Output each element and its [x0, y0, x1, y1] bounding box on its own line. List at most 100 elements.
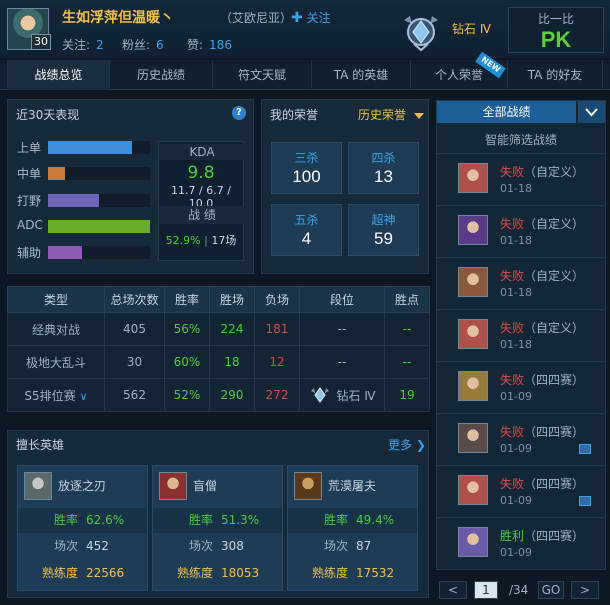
- tab-heroes[interactable]: TA 的英雄: [312, 60, 411, 90]
- prev-page-button[interactable]: <: [439, 581, 467, 599]
- tab-runes[interactable]: 符文天赋: [213, 60, 312, 90]
- table-row: 极地大乱斗 30 60% 18 12 -- --: [7, 345, 430, 379]
- match-date: 01-09: [500, 390, 532, 403]
- column-header: 类型: [7, 286, 105, 313]
- tab-overview[interactable]: 战绩总览: [7, 60, 110, 90]
- result-label: 胜利: [500, 529, 525, 543]
- hero-winrate-row: 胜率 62.6%: [18, 508, 147, 533]
- kda-label: KDA: [159, 144, 245, 160]
- game-mode: （自定义）: [524, 321, 585, 335]
- heroes-title: 擅长英雄: [16, 438, 65, 452]
- champion-avatar: [458, 319, 488, 349]
- history-honors-dropdown[interactable]: 历史荣誉: [358, 106, 424, 123]
- follow-button[interactable]: ✚ 关注: [291, 9, 331, 26]
- next-page-button[interactable]: >: [571, 581, 599, 599]
- kda-box: KDA 9.8 11.7 / 6.7 / 10.0 战 绩 52.9% | 17…: [158, 141, 245, 261]
- help-icon[interactable]: ?: [232, 106, 246, 120]
- points-cell: --: [384, 312, 430, 346]
- match-date: 01-18: [500, 182, 532, 195]
- result-label: 失败: [500, 373, 525, 387]
- chevron-down-icon: [585, 108, 598, 117]
- rank-cell: 钻石 Ⅳ: [299, 378, 385, 412]
- match-item[interactable]: 失败（四四赛） 01-09: [437, 465, 605, 515]
- plus-icon: ✚: [291, 10, 303, 26]
- champion-avatar: [458, 267, 488, 297]
- more-heroes-link[interactable]: 更多 ❯: [388, 436, 426, 453]
- pk-button[interactable]: 比一比 PK: [508, 7, 604, 53]
- tab-friends[interactable]: TA 的好友: [508, 60, 603, 90]
- points-cell: --: [384, 345, 430, 379]
- rank-label: 钻石 Ⅳ: [452, 22, 491, 36]
- position-label-top: 上单: [17, 141, 42, 155]
- tab-honors[interactable]: 个人荣誉 NEW: [411, 51, 508, 90]
- position-bar-mid: [48, 167, 150, 180]
- all-battles-button[interactable]: 全部战绩: [437, 101, 576, 123]
- screenshot-icon[interactable]: [579, 444, 591, 454]
- result-label: 失败: [500, 269, 525, 283]
- player-name: 生如浮萍但温暖丶: [62, 10, 174, 26]
- match-result: 失败（四四赛）: [500, 423, 584, 440]
- hero-card[interactable]: 盲僧 胜率 51.3% 场次 308 熟练度 18053: [152, 465, 283, 591]
- diamond-rank-small-icon: [310, 387, 329, 403]
- hero-winrate-row: 胜率 51.3%: [153, 508, 282, 533]
- rank-name: 钻石 Ⅳ: [336, 388, 376, 403]
- smart-filter-link[interactable]: 智能筛选战绩: [437, 131, 605, 148]
- server-name: （艾欧尼亚）: [220, 11, 293, 25]
- chevron-right-icon: ❯: [412, 438, 426, 452]
- match-item[interactable]: 失败（四四赛） 01-09: [437, 361, 605, 411]
- recent-games: 17场: [211, 234, 237, 247]
- result-label: 失败: [500, 321, 525, 335]
- game-mode: （自定义）: [524, 269, 585, 283]
- fans-stat[interactable]: 粉丝: 6: [122, 36, 164, 53]
- position-bar-support: [48, 246, 150, 259]
- position-bar-jungle: [48, 194, 150, 207]
- hero-games-row: 场次 87: [323, 539, 372, 553]
- game-mode: （四四赛）: [524, 529, 585, 543]
- rank-cell: --: [299, 312, 385, 346]
- champion-avatar: [458, 423, 488, 453]
- position-label-mid: 中单: [17, 167, 42, 181]
- champion-avatar: [458, 371, 488, 401]
- filter-toggle-button[interactable]: [578, 101, 605, 123]
- page-input[interactable]: 1: [474, 581, 498, 599]
- level-badge: 30: [31, 34, 51, 50]
- pk-caption: 比一比: [537, 12, 574, 26]
- hero-proficiency-row: 熟练度 18053: [176, 566, 260, 580]
- match-date: 01-18: [500, 338, 532, 351]
- match-item[interactable]: 胜利（四四赛） 01-09: [437, 517, 605, 567]
- result-label: 失败: [500, 477, 525, 491]
- column-header: 负场: [254, 286, 300, 313]
- tab-history[interactable]: 历史战绩: [110, 60, 213, 90]
- result-label: 失败: [500, 425, 525, 439]
- game-mode: （四四赛）: [524, 373, 585, 387]
- recent-title: 近30天表现: [16, 108, 80, 122]
- wins-cell: 290: [209, 378, 255, 412]
- follow-label: 关注: [306, 11, 331, 25]
- hero-avatar: [159, 472, 187, 500]
- match-item[interactable]: 失败（自定义） 01-18: [437, 309, 605, 359]
- dropdown-label: 历史荣誉: [358, 108, 407, 122]
- game-mode: （四四赛）: [524, 477, 585, 491]
- champion-avatar: [458, 475, 488, 505]
- following-stat[interactable]: 关注: 2: [62, 36, 104, 53]
- total-cell: 30: [104, 345, 165, 379]
- record-label: 战 绩: [159, 206, 245, 224]
- match-result: 失败（自定义）: [500, 319, 584, 336]
- kda-value: 9.8: [187, 163, 215, 183]
- match-item[interactable]: 失败（四四赛） 01-09: [437, 413, 605, 463]
- match-item[interactable]: 失败（自定义） 01-18: [437, 205, 605, 255]
- hero-card[interactable]: 荒漠屠夫 胜率 49.4% 场次 87 熟练度 17532: [287, 465, 418, 591]
- screenshot-icon[interactable]: [579, 496, 591, 506]
- position-label-support: 辅助: [17, 246, 42, 260]
- match-item[interactable]: 失败（自定义） 01-18: [437, 257, 605, 307]
- match-date: 01-18: [500, 234, 532, 247]
- match-date: 01-09: [500, 442, 532, 455]
- result-label: 失败: [500, 165, 525, 179]
- winrate-cell: 52%: [164, 378, 210, 412]
- match-item[interactable]: 失败（自定义） 01-18: [437, 153, 605, 203]
- losses-cell: 12: [254, 345, 300, 379]
- ranked-type-selector[interactable]: S5排位赛 ∨: [7, 378, 105, 412]
- hero-card[interactable]: 放逐之刃 胜率 62.6% 场次 452 熟练度 22566: [17, 465, 148, 591]
- go-button[interactable]: GO: [538, 581, 564, 599]
- pk-label: PK: [540, 27, 572, 52]
